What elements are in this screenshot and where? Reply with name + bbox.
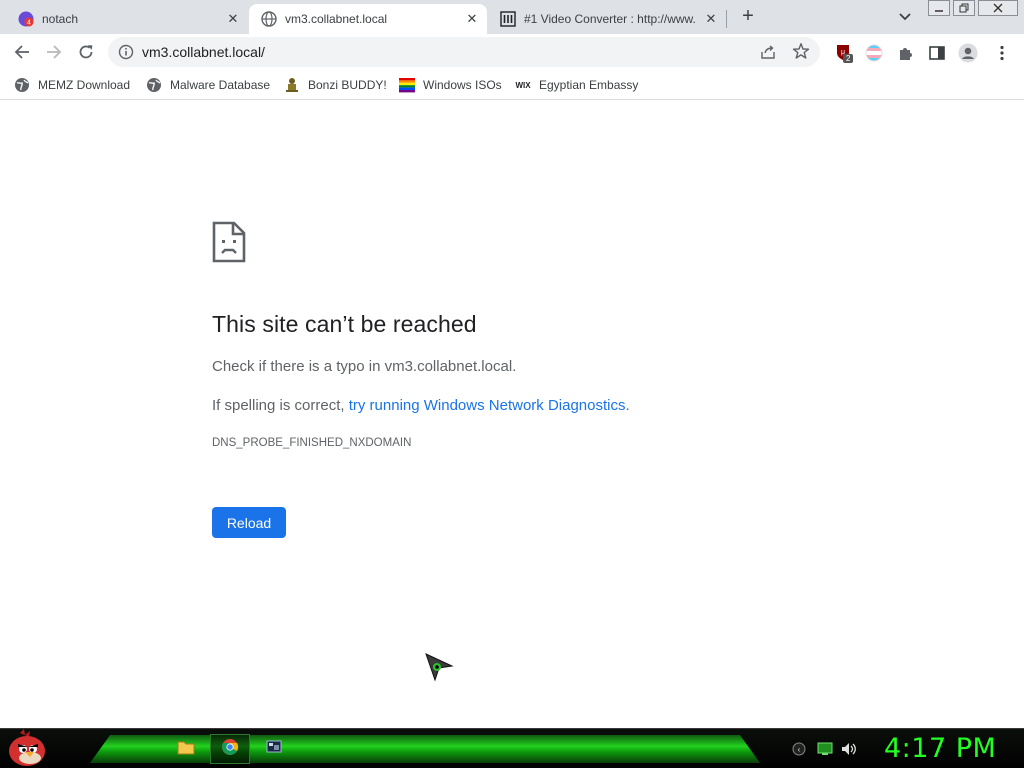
sad-document-icon (212, 221, 246, 263)
app-window-icon (265, 738, 283, 761)
reload-icon[interactable] (75, 41, 97, 63)
taskbar-app[interactable] (254, 734, 294, 764)
ublock-extension-icon[interactable]: μ 2 (834, 43, 854, 63)
bookmark-label: Malware Database (170, 78, 271, 92)
bookmark-memz[interactable]: MEMZ Download (14, 76, 130, 94)
chrome-icon (221, 738, 239, 761)
extension-badge: 2 (846, 54, 851, 63)
speaker-volume-icon[interactable] (840, 741, 858, 757)
minimize-icon[interactable] (928, 0, 950, 16)
bookmark-label: Windows ISOs (423, 78, 502, 92)
tab-strip: 4 notach ✕ vm3.collabnet.local ✕ #1 Vide… (0, 0, 1024, 34)
error-title: This site can’t be reached (212, 311, 477, 337)
tab-title: #1 Video Converter : http://www. (524, 12, 696, 26)
hint-prefix: If spelling is correct, (212, 397, 349, 414)
back-arrow-icon[interactable] (11, 41, 33, 63)
tab-close-icon[interactable]: ✕ (224, 10, 242, 28)
forward-arrow-icon[interactable] (43, 41, 65, 63)
bookmarks-bar: MEMZ Download Malware Database Bonzi BUD… (0, 70, 1024, 100)
tab-close-icon[interactable]: ✕ (463, 10, 481, 28)
error-page: This site can’t be reached Check if ther… (0, 101, 1024, 728)
side-panel-icon[interactable] (927, 43, 947, 63)
profile-avatar-icon[interactable] (958, 43, 978, 63)
address-bar[interactable]: vm3.collabnet.local/ (108, 37, 820, 67)
puzzle-piece-icon[interactable] (896, 43, 916, 63)
tab-vm3[interactable]: vm3.collabnet.local ✕ (249, 4, 487, 34)
bookmark-label: Egyptian Embassy (539, 78, 639, 92)
bookmark-malware-database[interactable]: Malware Database (146, 76, 270, 94)
bookmark-windows-isos[interactable]: Windows ISOs (399, 76, 502, 94)
error-hint-diagnostics: If spelling is correct, try running Wind… (212, 397, 630, 414)
folder-icon (177, 739, 195, 760)
bonzi-icon (284, 77, 300, 93)
notach-favicon-icon: 4 (18, 11, 34, 27)
taskbar-clock[interactable]: 4:17 PM (884, 733, 996, 764)
network-diagnostics-link[interactable]: try running Windows Network Diagnostics (349, 397, 626, 414)
flag-extension-icon[interactable] (864, 43, 884, 63)
hint-suffix: . (625, 397, 630, 414)
globe-icon (14, 77, 30, 93)
tab-close-icon[interactable]: ✕ (702, 10, 720, 28)
rainbow-flag-icon (399, 77, 415, 93)
restore-icon[interactable] (953, 0, 975, 16)
error-hint-typo: Check if there is a typo in vm3.collabne… (212, 358, 517, 375)
bookmark-label: Bonzi BUDDY! (308, 78, 387, 92)
globe-icon (146, 77, 162, 93)
bookmark-egyptian-embassy[interactable]: WIX Egyptian Embassy (515, 76, 638, 94)
close-window-icon[interactable] (978, 0, 1018, 16)
error-code: DNS_PROBE_FINISHED_NXDOMAIN (212, 437, 412, 449)
mouse-cursor-icon (424, 652, 454, 682)
tab-title: notach (42, 12, 79, 26)
kebab-menu-icon[interactable] (992, 43, 1012, 63)
chevron-down-icon[interactable] (896, 9, 914, 25)
bookmark-star-icon[interactable] (792, 42, 810, 60)
taskbar-chrome[interactable] (210, 734, 250, 764)
network-monitor-icon[interactable] (816, 741, 834, 757)
svg-text:‹: ‹ (798, 745, 801, 754)
tab-title: vm3.collabnet.local (285, 12, 388, 26)
museum-icon (500, 11, 516, 27)
tab-video-converter[interactable]: #1 Video Converter : http://www. ✕ (488, 4, 726, 34)
new-tab-button[interactable]: + (737, 6, 759, 28)
info-icon[interactable] (118, 44, 134, 60)
reload-button[interactable]: Reload (212, 507, 286, 538)
wix-icon: WIX (515, 80, 531, 90)
share-icon[interactable] (760, 44, 776, 60)
bookmark-label: MEMZ Download (38, 78, 131, 92)
angry-bird-start-icon[interactable] (6, 729, 48, 767)
bookmark-bonzi-buddy[interactable]: Bonzi BUDDY! (284, 76, 387, 94)
globe-icon (261, 11, 277, 27)
taskbar (0, 728, 1024, 768)
tab-notach[interactable]: 4 notach ✕ (6, 4, 248, 34)
url-text[interactable]: vm3.collabnet.local/ (142, 44, 265, 60)
tab-divider (726, 10, 727, 28)
svg-text:4: 4 (27, 20, 31, 27)
keyboard-layout-icon[interactable]: ‹ (790, 741, 808, 757)
taskbar-file-explorer[interactable] (166, 734, 206, 764)
